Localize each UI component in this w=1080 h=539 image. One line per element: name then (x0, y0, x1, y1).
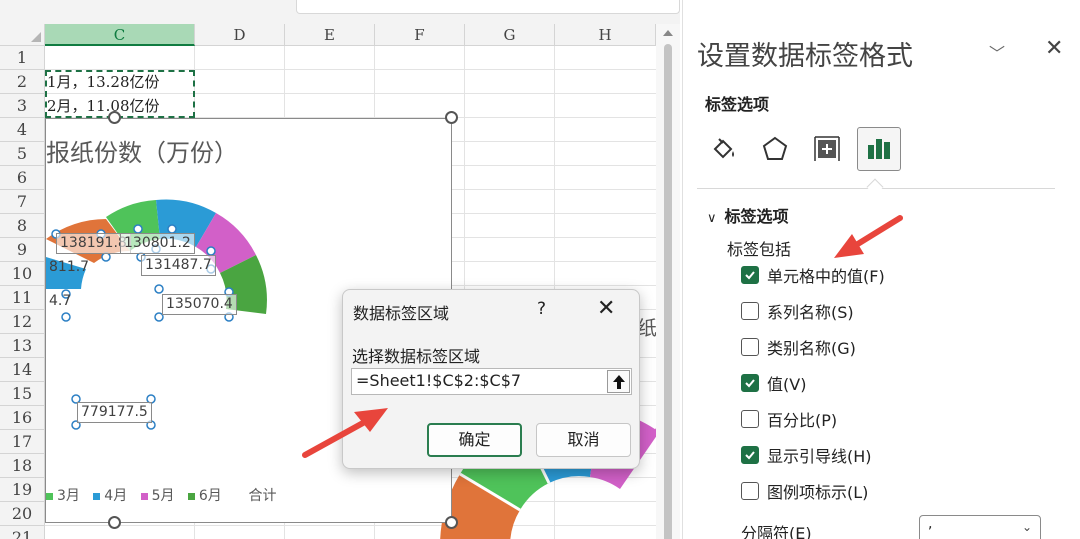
legend-item: 4月 (104, 488, 128, 504)
scrollbar-thumb[interactable] (664, 44, 672, 539)
data-label[interactable]: 130801.2 (120, 233, 195, 254)
second-chart-title: 纸 (637, 316, 657, 340)
row-header[interactable]: 6 (0, 166, 45, 190)
checkbox-checked-icon[interactable] (741, 374, 759, 392)
pane-options-chevron-icon[interactable]: ﹀ (989, 40, 1005, 64)
row-header[interactable]: 19 (0, 478, 45, 502)
data-label[interactable]: 135070.4 (162, 294, 237, 315)
column-header-h[interactable]: H (555, 24, 656, 46)
collapse-dialog-arrow-icon[interactable] (607, 370, 630, 393)
dialog-title: 数据标签区域 (353, 304, 450, 323)
chart-resize-handle[interactable] (108, 111, 121, 124)
checkbox-checked-icon[interactable] (741, 446, 759, 464)
row-header[interactable]: 17 (0, 430, 45, 454)
donut2-slice-orange (440, 474, 520, 539)
pane-title: 设置数据标签格式 (697, 41, 913, 72)
row-header[interactable]: 1 (0, 46, 45, 70)
checkbox-value-from-cells[interactable]: 单元格中的值(F) (741, 263, 885, 287)
column-header-d[interactable]: D (195, 24, 285, 46)
column-header-e[interactable]: E (285, 24, 375, 46)
row-header[interactable]: 21 (0, 526, 45, 539)
tab-pointer (866, 178, 884, 196)
data-label[interactable]: 131487.7 (141, 255, 216, 276)
row-header[interactable]: 4 (0, 118, 45, 142)
checkbox-unchecked-icon[interactable] (741, 302, 759, 320)
checkbox-checked-icon[interactable] (741, 266, 759, 284)
close-icon[interactable]: ✕ (597, 296, 615, 321)
dialog-prompt: 选择数据标签区域 (352, 347, 481, 366)
row-header[interactable]: 10 (0, 262, 45, 286)
data-label-total[interactable]: 779177.5 (77, 402, 152, 423)
row-header[interactable]: 13 (0, 334, 45, 358)
ok-button[interactable]: 确定 (427, 423, 522, 457)
row-header[interactable]: 2 (0, 70, 45, 94)
chart-legend[interactable]: 3月 4月 5月 6月 合计 (46, 485, 276, 505)
checkbox-unchecked-icon[interactable] (741, 410, 759, 428)
row-header[interactable]: 20 (0, 502, 45, 526)
chart-resize-handle[interactable] (108, 516, 121, 529)
checkbox-category-name[interactable]: 类别名称(G) (741, 335, 856, 359)
row-header[interactable]: 5 (0, 142, 45, 166)
formula-bar-area (0, 0, 680, 24)
label-contains-heading: 标签包括 (727, 240, 792, 259)
row-header[interactable]: 15 (0, 382, 45, 406)
chevron-down-icon: ∨ (707, 211, 717, 226)
chart-title[interactable]: 报纸份数（万份） (46, 133, 238, 168)
checkbox-leader-lines[interactable]: 显示引导线(H) (741, 443, 872, 467)
row-header[interactable]: 11 (0, 286, 45, 310)
row-header[interactable]: 7 (0, 190, 45, 214)
help-button[interactable]: ? (537, 299, 546, 319)
column-header-g[interactable]: G (465, 24, 555, 46)
chart-resize-handle[interactable] (445, 111, 458, 124)
row-header[interactable]: 18 (0, 454, 45, 478)
separator-label: 分隔符(E) (741, 524, 812, 539)
legend-item: 5月 (151, 488, 175, 504)
scroll-up-icon[interactable] (663, 30, 673, 36)
checkbox-unchecked-icon[interactable] (741, 482, 759, 500)
row-header[interactable]: 3 (0, 94, 45, 118)
formula-bar[interactable] (296, 0, 680, 14)
label-options-dropdown[interactable]: 标签选项 (705, 91, 769, 115)
legend-item: 合计 (248, 488, 277, 504)
row-header[interactable]: 16 (0, 406, 45, 430)
legend-item: 3月 (57, 488, 80, 504)
separator-select[interactable]: , ⌄ (919, 515, 1041, 539)
chevron-down-icon: ⌄ (1021, 520, 1032, 534)
checkbox-series-name[interactable]: 系列名称(S) (741, 299, 854, 323)
range-input[interactable]: =Sheet1!$C$2:$C$7 (351, 368, 632, 395)
bar-chart-icon[interactable] (857, 127, 901, 171)
paint-bucket-icon[interactable] (701, 127, 745, 171)
checkbox-percentage[interactable]: 百分比(P) (741, 407, 837, 431)
data-label-range-dialog: 数据标签区域 ? ✕ 选择数据标签区域 =Sheet1!$C$2:$C$7 确定… (342, 289, 640, 469)
selected-range (45, 70, 195, 118)
chart-resize-handle[interactable] (445, 516, 458, 529)
row-header[interactable]: 9 (0, 238, 45, 262)
legend-item: 6月 (198, 488, 222, 504)
row-header[interactable]: 12 (0, 310, 45, 334)
data-label[interactable]: 811.7 (46, 258, 92, 277)
excel-window: C D E F G H 1 2 3 4 5 6 7 8 9 10 11 12 1… (0, 0, 1080, 539)
column-header-c[interactable]: C (45, 24, 195, 46)
format-data-labels-pane: 设置数据标签格式 ﹀ ✕ 标签选项 ∨ 标签选项 标签包括 单元格中的值(F) 系… (682, 0, 1080, 539)
column-header-f[interactable]: F (375, 24, 465, 46)
pentagon-icon[interactable] (753, 127, 797, 171)
label-options-section-header[interactable]: ∨ 标签选项 (707, 203, 789, 227)
select-all-corner[interactable] (0, 24, 45, 46)
cancel-button[interactable]: 取消 (536, 423, 631, 457)
checkbox-unchecked-icon[interactable] (741, 338, 759, 356)
vertical-scrollbar[interactable] (656, 24, 680, 539)
row-header[interactable]: 14 (0, 358, 45, 382)
row-header[interactable]: 8 (0, 214, 45, 238)
checkbox-legend-key[interactable]: 图例项标示(L) (741, 479, 868, 503)
size-properties-icon[interactable] (805, 127, 849, 171)
pane-close-icon[interactable]: ✕ (1045, 36, 1063, 61)
data-label[interactable]: 4.7 (46, 292, 74, 311)
checkbox-value[interactable]: 值(V) (741, 371, 806, 395)
